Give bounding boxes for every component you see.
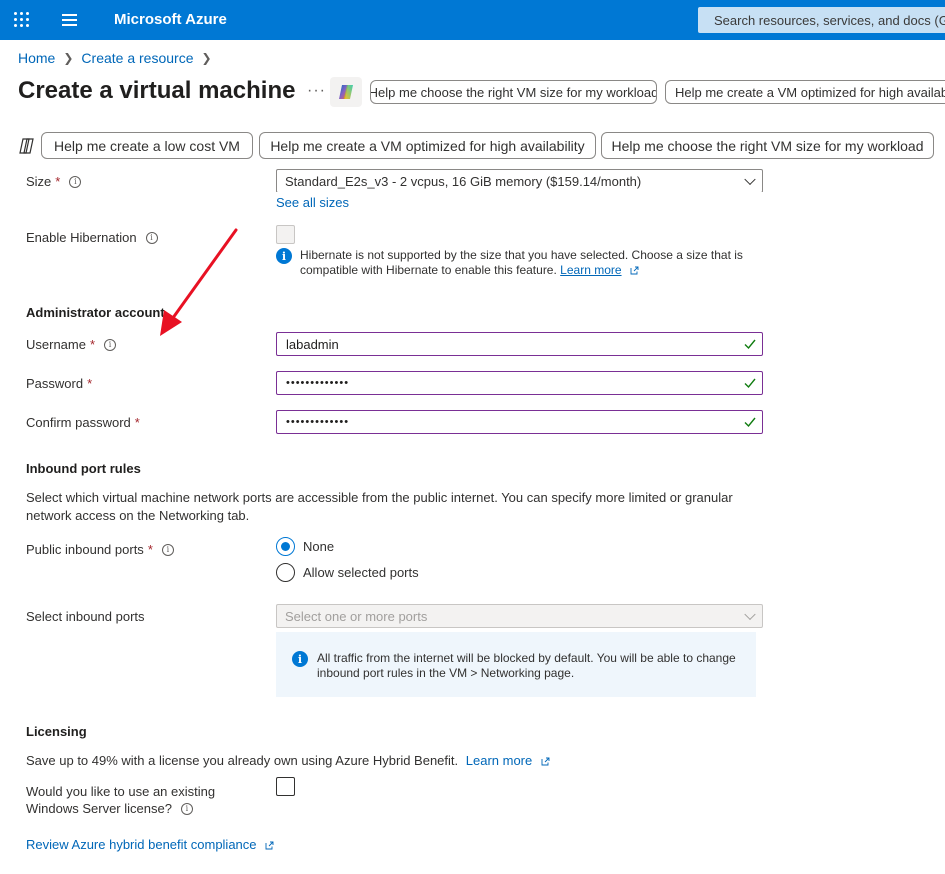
required-marker: * (147, 542, 153, 557)
admin-section-heading: Administrator account (26, 305, 165, 320)
confirm-password-label-text: Confirm password (26, 415, 131, 430)
existing-license-checkbox[interactable] (276, 777, 295, 796)
password-input[interactable]: ••••••••••••• (276, 371, 763, 395)
external-link-icon (265, 841, 274, 850)
hibernation-label: Enable Hibernation i (26, 230, 158, 245)
password-label-text: Password (26, 376, 84, 391)
copilot-icon (339, 85, 353, 99)
hibernation-message-text: Hibernate is not supported by the size t… (300, 248, 756, 278)
learn-more-text: Learn more (560, 263, 622, 277)
radio-none[interactable] (276, 537, 295, 556)
hibernation-learn-more-link[interactable]: Learn more (560, 263, 621, 277)
external-link-icon (630, 266, 639, 275)
info-icon[interactable]: i (161, 543, 174, 556)
radio-none-label[interactable]: None (303, 539, 334, 554)
portal-menu-icon[interactable] (62, 14, 77, 26)
page-title: Create a virtual machine (18, 77, 296, 104)
chevron-right-icon: ❯ (63, 51, 74, 65)
existing-license-label-line1: Would you like to use an existing (26, 784, 216, 799)
checkmark-icon (744, 378, 756, 389)
checkmark-icon (744, 417, 756, 428)
inbound-ports-placeholder: Select one or more ports (285, 608, 428, 624)
size-row-clip: Size * i Standard_E2s_v3 - 2 vcpus, 16 GiB… (0, 164, 945, 192)
select-inbound-ports-label: Select inbound ports (26, 609, 145, 624)
copilot-button[interactable] (330, 77, 362, 107)
top-prompt-high-availability-button[interactable]: Help me create a VM optimized for high a… (665, 80, 945, 104)
licensing-description-text: Save up to 49% with a license you alread… (26, 753, 459, 768)
hibernation-message-body: Hibernate is not supported by the size t… (300, 248, 743, 277)
required-marker: * (87, 376, 93, 391)
review-compliance: Review Azure hybrid benefit compliance (26, 837, 274, 852)
size-label: Size * i (26, 174, 82, 189)
review-hybrid-benefit-link[interactable]: Review Azure hybrid benefit compliance (26, 837, 257, 852)
info-icon[interactable]: i (104, 338, 117, 351)
inbound-section-heading: Inbound port rules (26, 461, 141, 476)
inbound-description: Select which virtual machine network por… (26, 490, 733, 523)
prompt-vm-size-button[interactable]: Help me choose the right VM size for my … (601, 132, 934, 159)
licensing-section-heading: Licensing (26, 724, 87, 739)
top-bar: Microsoft Azure Search resources, servic… (0, 0, 945, 40)
checkmark-icon (744, 339, 756, 350)
prompt-high-availability-button[interactable]: Help me create a VM optimized for high a… (259, 132, 596, 159)
chevron-down-icon (744, 608, 756, 621)
more-options-icon[interactable]: ··· (307, 82, 326, 100)
public-inbound-ports-label: Public inbound ports * i (26, 542, 174, 557)
info-filled-icon: i (292, 651, 308, 667)
copilot-outline-icon (19, 138, 34, 154)
search-placeholder: Search resources, services, and docs (G+… (714, 12, 945, 28)
see-all-sizes-link[interactable]: See all sizes (276, 195, 349, 210)
radio-allow-selected-ports[interactable] (276, 563, 295, 582)
app-launcher-icon[interactable] (14, 12, 30, 28)
public-inbound-ports-label-text: Public inbound ports (26, 542, 144, 557)
required-marker: * (89, 337, 96, 352)
size-select-value: Standard_E2s_v3 - 2 vcpus, 16 GiB memory… (285, 173, 642, 189)
confirm-password-input[interactable]: ••••••••••••• (276, 410, 763, 434)
breadcrumb-create-resource[interactable]: Create a resource (81, 50, 193, 66)
prompt-low-cost-vm-button[interactable]: Help me create a low cost VM (41, 132, 253, 159)
required-marker: * (134, 415, 140, 430)
licensing-learn-more-link[interactable]: Learn more (466, 753, 532, 768)
breadcrumb-home[interactable]: Home (18, 50, 55, 66)
top-prompt-vm-size-button[interactable]: Help me choose the right VM size for my … (370, 80, 657, 104)
radio-allow-selected-ports-label[interactable]: Allow selected ports (303, 565, 419, 580)
confirm-password-value: ••••••••••••• (286, 416, 350, 428)
info-icon[interactable]: i (69, 175, 82, 188)
existing-license-label: Would you like to use an existing Window… (26, 783, 215, 817)
existing-license-label-line2: Windows Server license? (26, 801, 172, 816)
chevron-right-icon: ❯ (201, 51, 212, 65)
password-value: ••••••••••••• (286, 377, 350, 389)
username-value: labadmin (286, 336, 339, 352)
hibernation-message: i Hibernate is not supported by the size… (276, 248, 756, 278)
licensing-description: Save up to 49% with a license you alread… (26, 753, 550, 768)
username-label: Username * i (26, 337, 117, 352)
info-icon[interactable]: i (180, 802, 193, 815)
annotation-arrow-icon (160, 228, 238, 336)
global-search-input[interactable]: Search resources, services, and docs (G+… (698, 7, 945, 33)
info-filled-icon: i (276, 248, 292, 264)
external-link-icon (541, 757, 550, 766)
chevron-down-icon (744, 173, 756, 186)
inbound-info-bar: i All traffic from the internet will be … (276, 632, 756, 697)
username-input[interactable]: labadmin (276, 332, 763, 356)
breadcrumb: Home ❯ Create a resource ❯ (18, 50, 220, 66)
brand-title[interactable]: Microsoft Azure (114, 11, 227, 28)
size-select[interactable]: Standard_E2s_v3 - 2 vcpus, 16 GiB memory… (276, 169, 763, 192)
inbound-info-text: All traffic from the internet will be bl… (317, 651, 736, 680)
hibernation-checkbox[interactable] (276, 225, 295, 244)
hibernation-label-text: Enable Hibernation (26, 230, 137, 245)
confirm-password-label: Confirm password * (26, 415, 140, 430)
size-label-text: Size (26, 174, 52, 189)
password-label: Password * (26, 376, 92, 391)
inbound-ports-select[interactable]: Select one or more ports (276, 604, 763, 628)
username-label-text: Username (26, 337, 86, 352)
learn-more-text: Learn more (465, 753, 533, 768)
required-marker: * (55, 174, 61, 189)
